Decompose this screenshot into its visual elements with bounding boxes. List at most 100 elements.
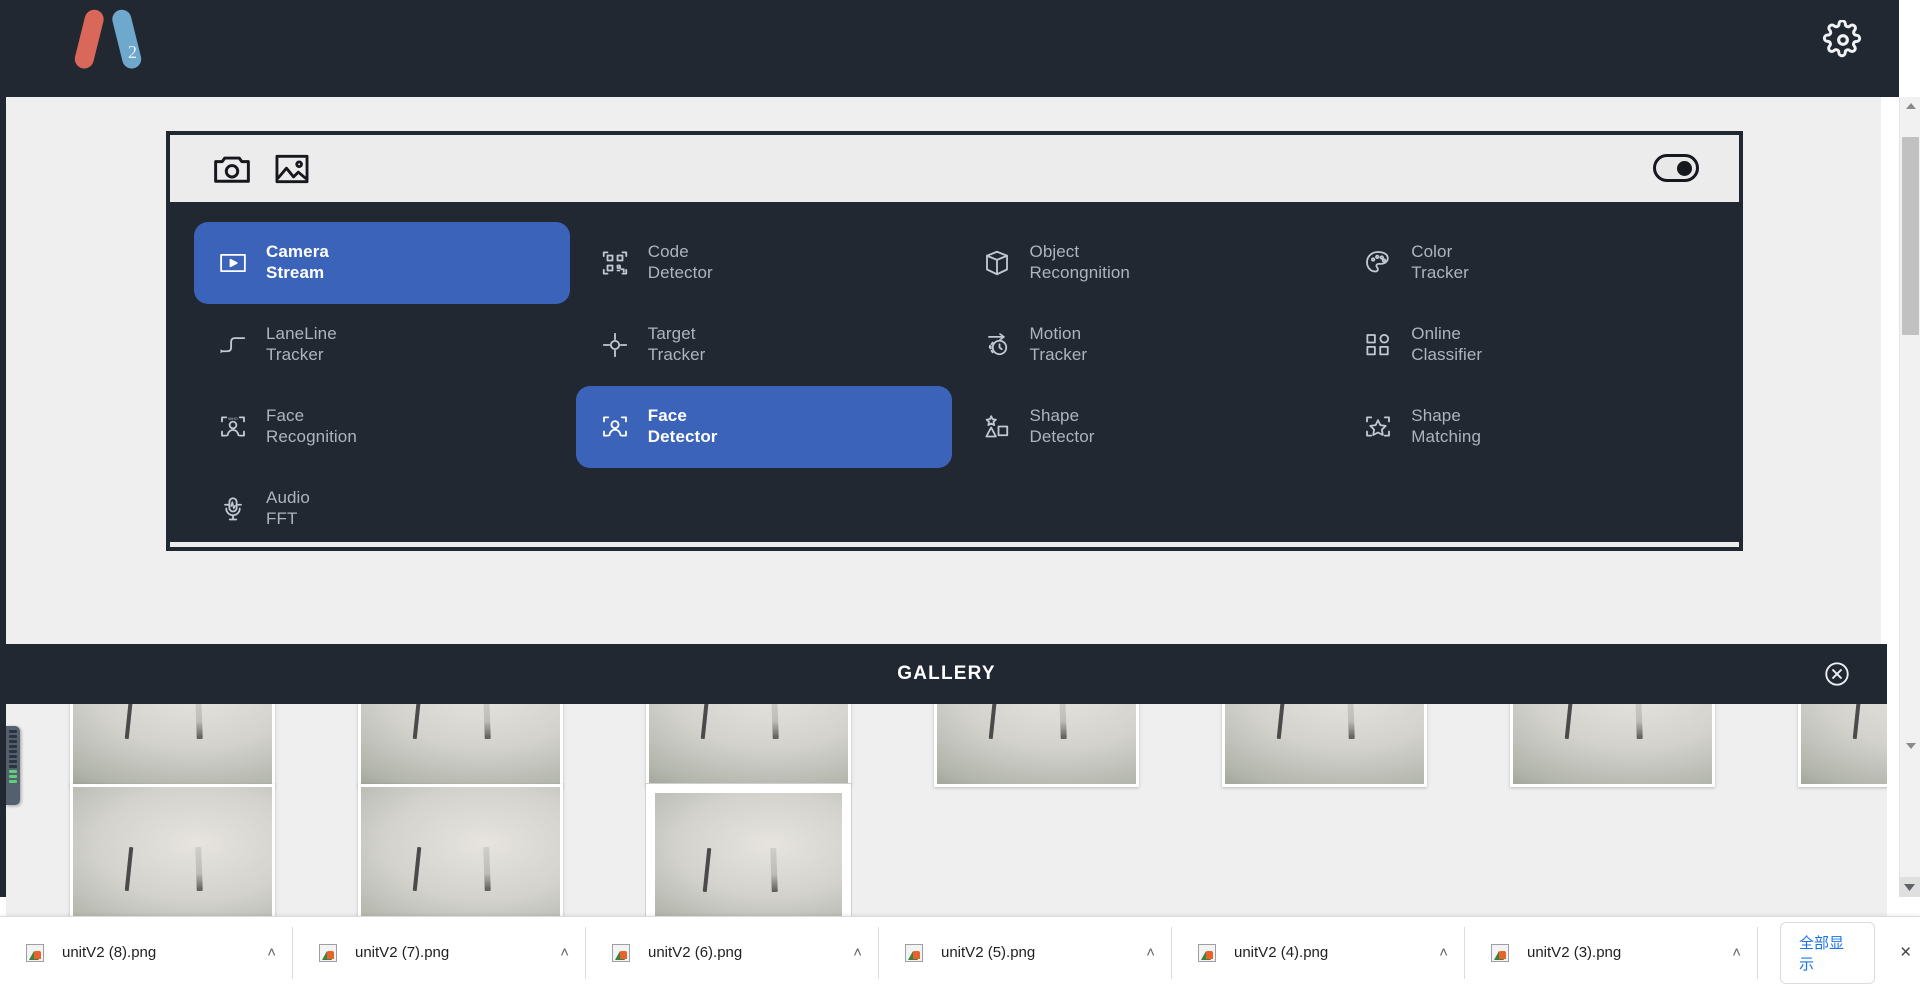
scrollbar-corner [1899,877,1920,897]
module-label-line1: Online [1411,324,1461,344]
thumbnail-photo [655,793,842,930]
show-all-downloads-button[interactable]: 全部显示 [1780,921,1876,984]
chevron-up-icon[interactable]: ˄ [267,944,276,961]
module-audio-fft[interactable]: Audio FFT [194,468,570,547]
module-laneline-tracker[interactable]: LaneLine Tracker [194,304,570,386]
module-label-line1: LaneLine [266,324,337,344]
png-file-icon [1198,943,1216,962]
module-card: Camera Stream Code Detector Object Recongniti… [166,131,1743,551]
thumbnail-photo [1801,704,1887,784]
module-object-recongnition[interactable]: Object Recongnition [958,222,1334,304]
logo-stroke-right [110,7,144,71]
module-label-line1: Target [647,324,696,344]
vertical-scroll-thumb[interactable] [1902,137,1919,335]
download-item[interactable]: unitV2 (6).png ˄ [586,926,879,979]
thumbnail-photo [1225,704,1424,784]
module-label-line2: Tracker [1029,345,1088,364]
download-file-name: unitV2 (7).png [355,944,450,961]
widget-bar [9,765,17,768]
download-item[interactable]: unitV2 (7).png ˄ [293,926,586,979]
module-label-line1: Face [647,406,687,426]
module-label-line2: Tracker [1411,263,1469,282]
module-camera-stream[interactable]: Camera Stream [194,222,570,304]
module-color-tracker[interactable]: Color Tracker [1339,222,1715,304]
download-item[interactable]: unitV2 (3).png ˄ [1465,926,1758,979]
png-file-icon [1491,943,1509,962]
module-label: Motion Tracker [1030,324,1088,365]
module-target-tracker[interactable]: Target Tracker [576,304,952,386]
module-online-classifier[interactable]: Online Classifier [1339,304,1715,386]
triangle-down-icon[interactable] [1900,737,1920,755]
close-downloads-bar-button[interactable]: × [1891,942,1920,964]
module-label-line1: Code [647,242,689,262]
module-label: Code Detector [648,242,713,283]
chevron-up-icon[interactable]: ˄ [1439,944,1448,961]
lane-line-icon [216,328,250,362]
photo-object-right [1347,704,1356,739]
download-item[interactable]: unitV2 (4).png ˄ [1172,926,1465,979]
photo-object-right [195,846,204,891]
gear-icon[interactable] [1823,19,1863,60]
module-shape-detector[interactable]: Shape Detector [958,386,1334,468]
module-code-detector[interactable]: Code Detector [576,222,952,304]
gallery-row-top [6,704,1887,787]
module-label-line2: Recognition [266,427,357,446]
photo-object-right [771,704,780,739]
camera-icon[interactable] [212,151,252,187]
preview-toggle[interactable] [1653,154,1699,182]
module-label: Object Recongnition [1030,242,1130,283]
equalizer-widget[interactable] [6,726,20,805]
photo-object-left [1852,704,1862,739]
module-label: Online Classifier [1411,324,1482,365]
module-shape-matching[interactable]: Shape Matching [1339,386,1715,468]
module-label-line1: Object [1029,242,1080,262]
gallery-thumbnail[interactable] [1510,704,1715,787]
module-motion-tracker[interactable]: Motion Tracker [958,304,1334,386]
face-frame-icon [598,410,632,444]
module-label-line1: Color [1411,242,1453,262]
module-label-line1: Face [266,406,305,426]
module-label: Camera Stream [266,242,329,283]
gallery-thumbnail[interactable] [1222,704,1427,787]
download-item[interactable]: unitV2 (8).png ˄ [0,926,293,979]
gallery-thumbnail[interactable] [358,704,563,787]
photo-object-right [483,846,492,891]
module-label: Shape Detector [1030,406,1095,447]
photo-object-left [703,847,712,892]
chevron-up-icon[interactable]: ˄ [560,944,569,961]
gallery-thumbnail[interactable] [70,704,275,787]
chevron-up-icon[interactable]: ˄ [853,944,862,961]
module-label-line1: Camera [266,242,329,262]
grid-shapes-icon [1361,328,1395,362]
photo-object-left [412,846,422,891]
gallery-thumbnail[interactable] [646,704,851,787]
download-file-name: unitV2 (6).png [648,944,743,961]
module-label-line2: Stream [266,263,325,282]
module-face-detector[interactable]: Face Detector [575,386,952,468]
module-label-line2: FFT [266,509,298,528]
chevron-up-icon[interactable]: ˄ [1146,944,1155,961]
thumbnail-photo [73,787,272,936]
photo-object-right [770,847,778,892]
triangle-up-icon[interactable] [1900,97,1920,115]
thumbnail-photo [937,704,1136,784]
vertical-scrollbar[interactable] [1899,97,1920,897]
download-item[interactable]: unitV2 (5).png ˄ [879,926,1172,979]
widget-bar [9,745,17,748]
gallery-thumbnail[interactable] [934,704,1139,787]
module-label: Audio FFT [266,488,310,529]
image-icon[interactable] [273,151,313,187]
downloads-bar: unitV2 (8).png ˄ unitV2 (7).png ˄ unitV2 (6)… [0,916,1920,988]
close-circle-icon[interactable] [1823,660,1851,688]
module-label-line2: Matching [1411,427,1482,446]
module-label: Face Recognition [266,406,357,447]
module-label-line1: Audio [266,488,310,508]
chevron-up-icon[interactable]: ˄ [1732,944,1741,961]
photo-object-left [700,704,710,739]
module-label-line2: Detector [1029,427,1095,446]
module-label-line2: Detector [647,427,718,446]
gallery-thumbnail[interactable] [1798,704,1887,787]
module-face-recognition[interactable]: WHO Face Recognition [194,386,570,468]
module-label: Shape Matching [1411,406,1481,447]
widget-bar [9,750,17,753]
